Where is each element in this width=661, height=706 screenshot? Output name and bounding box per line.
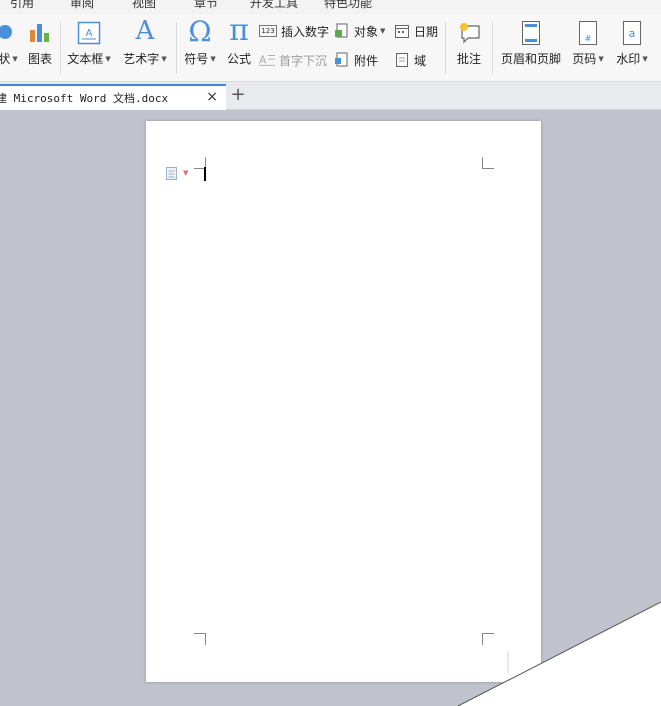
textbox-label: 文本框 [67, 52, 104, 66]
menu-view[interactable]: 视图 [132, 0, 156, 11]
menu-review[interactable]: 审阅 [70, 0, 94, 11]
page-number-icon: # [579, 21, 597, 45]
chevron-down-icon: ▼ [598, 55, 604, 63]
menu-references[interactable]: 引用 [10, 0, 34, 11]
menu-chapter[interactable]: 章节 [194, 0, 218, 11]
comment-button[interactable]: 批注 [450, 14, 488, 82]
symbol-button[interactable]: Ω 符号 ▼ [180, 14, 220, 82]
svg-text:a: a [629, 27, 636, 40]
margin-corner-bottom-left [194, 633, 206, 645]
attachment-icon [335, 52, 348, 67]
close-icon[interactable]: × [206, 89, 218, 105]
object-icon [335, 23, 348, 38]
insert-number-label: 插入数字 [281, 24, 330, 39]
object-button[interactable]: 对象 ▼ [334, 22, 385, 40]
ribbon-separator [176, 22, 177, 74]
date-button[interactable]: 日期 [394, 22, 438, 40]
dropcap-button: A 首字下沉 [259, 51, 327, 69]
svg-text:A: A [259, 54, 267, 67]
omega-icon: Ω [188, 15, 212, 48]
text-cursor [204, 167, 206, 181]
textbox-button[interactable]: A 文本框 ▼ [64, 14, 114, 82]
watermark-label: 水印 [616, 52, 641, 66]
chevron-down-icon: ▼ [12, 55, 18, 63]
watermark-icon: a [623, 21, 641, 45]
dropcap-label: 首字下沉 [279, 53, 328, 68]
shape-button[interactable]: 状 ▼ [0, 14, 22, 82]
wordart-button[interactable]: A 艺术字 ▼ [119, 14, 171, 82]
header-footer-button[interactable]: 页眉和页脚 [497, 14, 565, 82]
chevron-down-icon: ▼ [642, 55, 648, 63]
chart-button[interactable]: 图表 [24, 14, 56, 82]
chevron-down-icon: ▼ [210, 55, 216, 63]
paragraph-layout-icon[interactable] [166, 167, 178, 181]
page-number-label: 页码 [572, 52, 597, 66]
ribbon-separator [445, 22, 446, 74]
pi-icon: π [229, 13, 249, 48]
chevron-down-icon: ▼ [105, 55, 111, 63]
menu-developer[interactable]: 开发工具 [250, 0, 298, 11]
field-button[interactable]: 域 [394, 51, 426, 69]
document-tab-title: 建 Microsoft Word 文档.docx [0, 92, 169, 105]
chevron-down-icon: ▼ [380, 27, 386, 35]
margin-corner-top-right [482, 157, 494, 169]
attachment-button[interactable]: 附件 [334, 51, 378, 69]
object-label: 对象 [354, 24, 379, 39]
menu-bar: 引用 审阅 视图 章节 开发工具 特色功能 [0, 0, 661, 14]
field-icon [396, 53, 408, 67]
document-tab-bar: 建 Microsoft Word 文档.docx × + [0, 82, 661, 110]
header-footer-icon [522, 21, 540, 45]
shape-icon [0, 25, 12, 39]
document-tab[interactable]: 建 Microsoft Word 文档.docx × [0, 84, 226, 110]
document-workspace[interactable]: ▼ [0, 111, 661, 706]
chart-icon [30, 24, 49, 42]
add-tab-icon[interactable]: + [229, 86, 247, 106]
chevron-down-icon[interactable]: ▼ [183, 169, 188, 177]
formula-label: 公式 [226, 52, 251, 66]
date-label: 日期 [414, 24, 439, 39]
wordart-icon: A [135, 16, 155, 46]
chevron-down-icon: ▼ [161, 55, 167, 63]
svg-text:A: A [86, 28, 93, 39]
ribbon-toolbar: 状 ▼ 图表 A 文本框 ▼ A 艺术字 ▼ Ω 符号 ▼ π 公式 123 插… [0, 14, 661, 82]
shape-label: 状 [0, 52, 11, 66]
dropcap-icon: A [259, 54, 275, 67]
attachment-label: 附件 [354, 53, 379, 68]
insert-number-button[interactable]: 123 插入数字 [259, 22, 329, 40]
comment-icon [460, 23, 480, 44]
ribbon-separator [60, 22, 61, 74]
margin-corner-bottom-right [482, 633, 494, 645]
wordart-label: 艺术字 [123, 52, 160, 66]
number-icon: 123 [259, 25, 277, 37]
page-number-button[interactable]: # 页码 ▼ [568, 14, 608, 82]
menu-special-features[interactable]: 特色功能 [324, 0, 372, 11]
ribbon-separator [492, 22, 493, 74]
svg-text:#: # [585, 34, 592, 43]
header-footer-label: 页眉和页脚 [500, 52, 561, 66]
symbol-label: 符号 [184, 52, 209, 66]
formula-button[interactable]: π 公式 [223, 14, 255, 82]
textbox-icon: A [77, 21, 101, 45]
comment-label: 批注 [456, 52, 481, 66]
watermark-button[interactable]: a 水印 ▼ [612, 14, 652, 82]
calendar-icon [395, 25, 409, 38]
field-label: 域 [414, 53, 427, 68]
chart-label: 图表 [27, 52, 52, 66]
document-page[interactable]: ▼ [146, 121, 541, 682]
